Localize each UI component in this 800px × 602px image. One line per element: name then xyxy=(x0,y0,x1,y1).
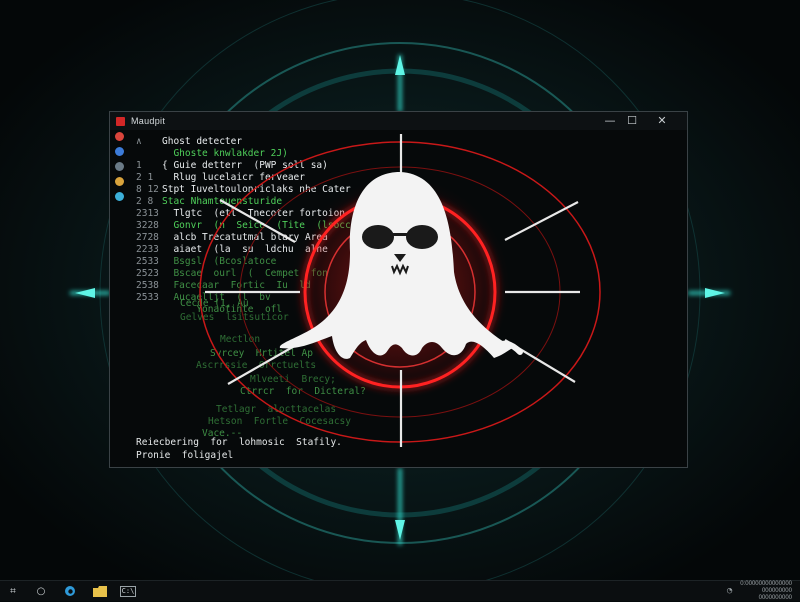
clock-line-1: 0:00000000000000 xyxy=(740,580,792,587)
terminal-label: C:\ xyxy=(119,585,137,597)
search-button[interactable]: ○ xyxy=(33,583,49,599)
clock-line-3: 0000000000 xyxy=(758,594,792,601)
tray-clock[interactable]: 0:00000000000000 000000000 0000000000 xyxy=(740,581,792,602)
start-button[interactable]: ⌗ xyxy=(5,583,21,599)
browser-icon-glyph xyxy=(65,586,75,596)
taskbar: ⌗ ○ C:\ ◔ 0:00000000000000 000000000 000… xyxy=(0,580,800,601)
folder-icon xyxy=(93,585,107,597)
clock-line-2: 000000000 xyxy=(761,587,792,594)
terminal-icon[interactable]: C:\ xyxy=(119,583,137,599)
browser-icon[interactable] xyxy=(62,583,78,599)
network-icon[interactable]: ◔ xyxy=(727,586,732,596)
system-tray[interactable]: ◔ 0:00000000000000 000000000 0000000000 xyxy=(727,581,792,601)
ghost-detector-overlay xyxy=(199,134,601,447)
file-explorer-icon[interactable] xyxy=(91,583,109,599)
app-window[interactable]: Maudpit — ☐ ✕ ∧ Ghost detecter Ghoste knw… xyxy=(109,111,688,468)
